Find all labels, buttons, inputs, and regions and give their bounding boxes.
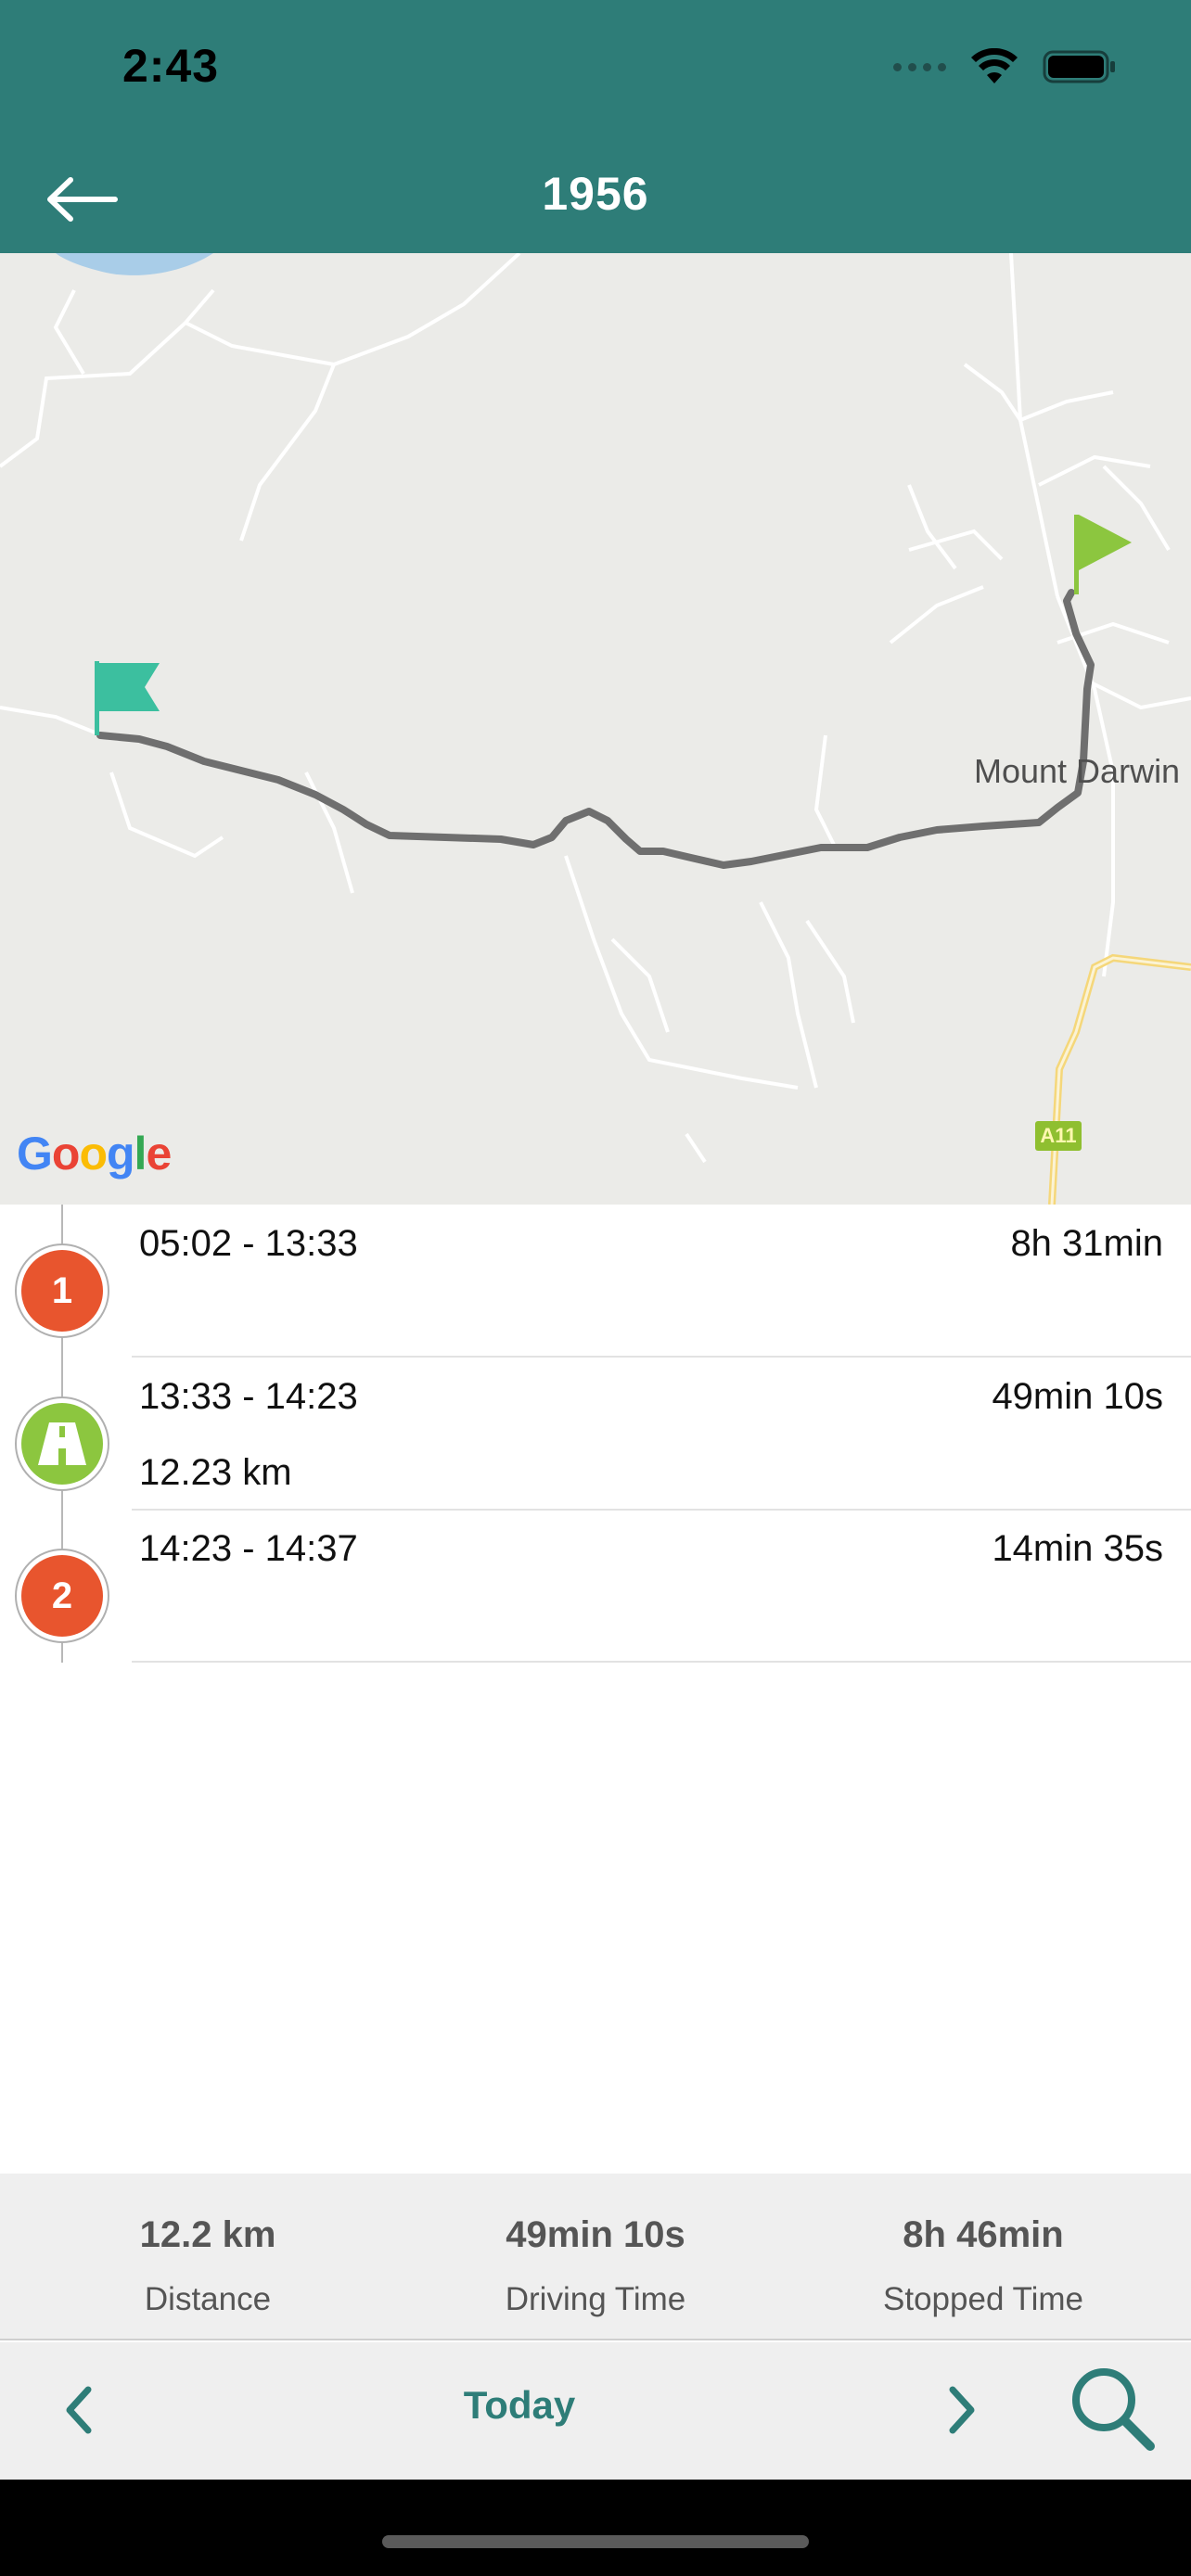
stop-badge: 1 xyxy=(15,1243,109,1338)
summary-stopped-time: 8h 46min Stopped Time xyxy=(883,2214,1083,2317)
water-area xyxy=(56,253,213,275)
road-icon xyxy=(38,1422,86,1465)
trip-summary: 12.2 km Distance 49min 10s Driving Time … xyxy=(0,2174,1191,2340)
summary-driving-time: 49min 10s Driving Time xyxy=(505,2214,686,2317)
map-canvas xyxy=(0,253,1191,1205)
status-time: 2:43 xyxy=(122,40,220,92)
stop-badge: 2 xyxy=(15,1549,109,1643)
today-button[interactable]: Today xyxy=(390,2383,649,2428)
battery-icon xyxy=(1043,50,1115,83)
row-divider xyxy=(132,1661,1191,1663)
row-time-range: 05:02 - 13:33 xyxy=(139,1223,358,1264)
home-bar xyxy=(0,2480,1191,2576)
timeline-row-stop-1[interactable]: 1 05:02 - 13:33 8h 31min xyxy=(0,1205,1191,1358)
row-time-range: 13:33 - 14:23 xyxy=(139,1376,358,1417)
map-place-label: Mount Darwin xyxy=(974,752,1181,790)
page-title: 1956 xyxy=(542,168,649,220)
chevron-left-icon xyxy=(66,2386,92,2434)
app-header: 2:43 1956 xyxy=(0,0,1191,253)
search-button[interactable] xyxy=(1067,2363,1159,2455)
end-flag-icon[interactable] xyxy=(1074,515,1132,594)
next-day-button[interactable] xyxy=(929,2378,994,2442)
date-navigation: Today xyxy=(0,2342,1191,2480)
row-distance: 12.23 km xyxy=(139,1452,292,1493)
road-shield: A11 xyxy=(1035,1121,1082,1151)
timeline-row-drive[interactable]: 13:33 - 14:23 49min 10s 12.23 km xyxy=(0,1358,1191,1511)
trip-timeline: 1 05:02 - 13:33 8h 31min 13:33 - 14:23 4… xyxy=(0,1205,1191,1663)
search-icon xyxy=(1072,2368,1155,2451)
wifi-icon xyxy=(971,48,1018,83)
google-logo: Google xyxy=(17,1128,172,1180)
timeline-row-stop-2[interactable]: 2 14:23 - 14:37 14min 35s xyxy=(0,1510,1191,1663)
row-duration: 14min 35s xyxy=(992,1528,1163,1569)
home-indicator[interactable] xyxy=(382,2535,809,2548)
summary-distance: 12.2 km Distance xyxy=(139,2214,276,2317)
map-view[interactable]: Mount Darwin A11 Google xyxy=(0,253,1191,1205)
row-duration: 8h 31min xyxy=(1010,1223,1163,1264)
cellular-signal-icon xyxy=(893,62,946,71)
trip-route xyxy=(96,589,1095,869)
chevron-right-icon xyxy=(949,2386,975,2434)
previous-day-button[interactable] xyxy=(46,2378,111,2442)
highway-a11 xyxy=(1048,953,1191,1205)
status-icons xyxy=(893,46,1117,87)
start-flag-icon[interactable] xyxy=(95,661,160,735)
row-time-range: 14:23 - 14:37 xyxy=(139,1528,358,1569)
drive-badge xyxy=(15,1396,109,1491)
row-duration: 49min 10s xyxy=(992,1376,1163,1417)
road-network xyxy=(0,253,1191,1164)
